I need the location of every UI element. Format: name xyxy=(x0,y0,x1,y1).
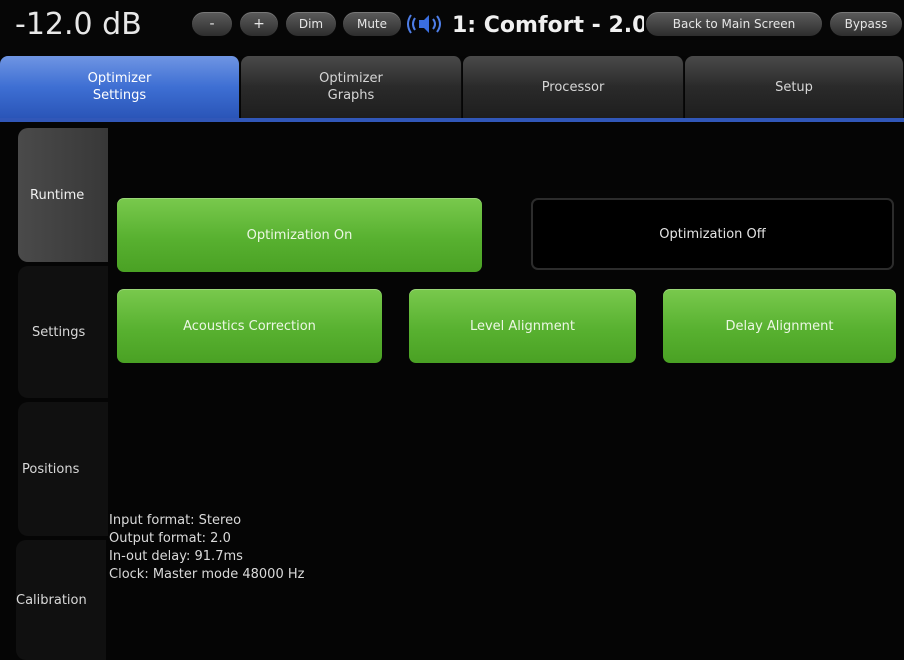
bypass-button[interactable]: Bypass xyxy=(830,12,902,36)
dim-button[interactable]: Dim xyxy=(286,12,336,36)
side-tab-runtime[interactable]: Runtime xyxy=(18,128,108,262)
mute-button[interactable]: Mute xyxy=(343,12,401,36)
clock-text: Clock: Master mode 48000 Hz xyxy=(109,567,305,582)
side-tab-positions[interactable]: Positions xyxy=(18,402,108,536)
volume-down-button[interactable]: - xyxy=(192,12,232,36)
volume-up-button[interactable]: + xyxy=(240,12,278,36)
output-format-text: Output format: 2.0 xyxy=(109,531,231,546)
back-to-main-screen-button[interactable]: Back to Main Screen xyxy=(646,12,822,36)
volume-level-display: -12.0 dB xyxy=(15,7,142,42)
optimization-off-button[interactable]: Optimization Off xyxy=(531,198,894,270)
tab-optimizer-graphs[interactable]: Optimizer Graphs xyxy=(241,56,462,118)
delay-text: In-out delay: 91.7ms xyxy=(109,549,243,564)
optimization-on-button[interactable]: Optimization On xyxy=(117,198,482,272)
tab-processor[interactable]: Processor xyxy=(463,56,684,118)
tab-underline xyxy=(0,118,904,122)
delay-alignment-button[interactable]: Delay Alignment xyxy=(663,289,896,363)
app-screen: -12.0 dB - + Dim Mute 1: Comfort - 2.0 B… xyxy=(0,0,904,660)
top-bar: -12.0 dB - + Dim Mute 1: Comfort - 2.0 B… xyxy=(0,0,904,56)
acoustics-correction-button[interactable]: Acoustics Correction xyxy=(117,289,382,363)
level-alignment-button[interactable]: Level Alignment xyxy=(409,289,636,363)
main-tabs: Optimizer Settings Optimizer Graphs Proc… xyxy=(0,56,904,118)
side-tab-calibration[interactable]: Calibration xyxy=(16,540,106,660)
speaker-volume-icon[interactable] xyxy=(405,11,447,37)
tab-setup[interactable]: Setup xyxy=(685,56,904,118)
side-tab-settings[interactable]: Settings xyxy=(18,266,108,398)
tab-optimizer-settings[interactable]: Optimizer Settings xyxy=(0,56,240,118)
preset-name: 1: Comfort - 2.0 xyxy=(452,13,644,38)
input-format-text: Input format: Stereo xyxy=(109,513,242,528)
status-info: Input format: Stereo Output format: 2.0 … xyxy=(109,512,304,584)
